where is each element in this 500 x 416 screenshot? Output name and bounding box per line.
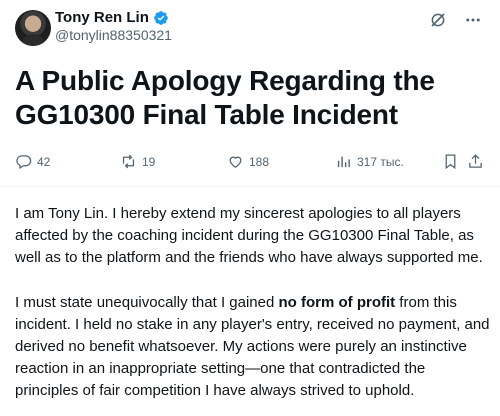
action-bar: 42 19 188 317 тыс. xyxy=(15,153,485,175)
reply-icon xyxy=(16,155,32,170)
post-body: I am Tony Lin. I hereby extend my sincer… xyxy=(15,203,490,416)
views-button[interactable]: 317 тыс. xyxy=(335,153,404,170)
author-info: Tony Ren Lin @tonylin88350321 xyxy=(55,9,172,43)
reply-count: 42 xyxy=(37,154,51,169)
author-handle[interactable]: @tonylin88350321 xyxy=(55,27,172,43)
divider xyxy=(0,186,500,187)
reply-button[interactable]: 42 xyxy=(15,153,50,170)
paragraph-2-before: I must state unequivocally that I gained xyxy=(15,293,279,311)
views-icon xyxy=(337,156,350,168)
author-display-name[interactable]: Tony Ren Lin xyxy=(55,9,149,26)
name-row: Tony Ren Lin xyxy=(55,9,172,26)
avatar[interactable] xyxy=(15,10,51,46)
repost-count: 19 xyxy=(142,154,156,169)
repost-icon xyxy=(122,154,135,169)
share-button[interactable] xyxy=(467,153,484,170)
bookmark-button[interactable] xyxy=(442,153,459,170)
more-icon[interactable] xyxy=(463,11,483,29)
like-icon xyxy=(229,156,242,168)
paragraph-2: I must state unequivocally that I gained… xyxy=(15,292,490,403)
share-icon xyxy=(469,154,482,168)
grok-icon[interactable] xyxy=(429,11,447,29)
views-count: 317 тыс. xyxy=(357,154,404,169)
repost-button[interactable]: 19 xyxy=(120,153,155,170)
like-count: 188 xyxy=(249,154,270,169)
post-header: Tony Ren Lin @tonylin88350321 xyxy=(15,9,485,46)
verified-badge-icon xyxy=(154,10,168,25)
like-button[interactable]: 188 xyxy=(227,153,269,170)
bookmark-icon xyxy=(445,154,456,170)
paragraph-2-bold: no form of profit xyxy=(278,293,396,311)
post-title: A Public Apology Regarding the GG10300 F… xyxy=(15,65,435,130)
paragraph-1: I am Tony Lin. I hereby extend my sincer… xyxy=(15,205,483,267)
